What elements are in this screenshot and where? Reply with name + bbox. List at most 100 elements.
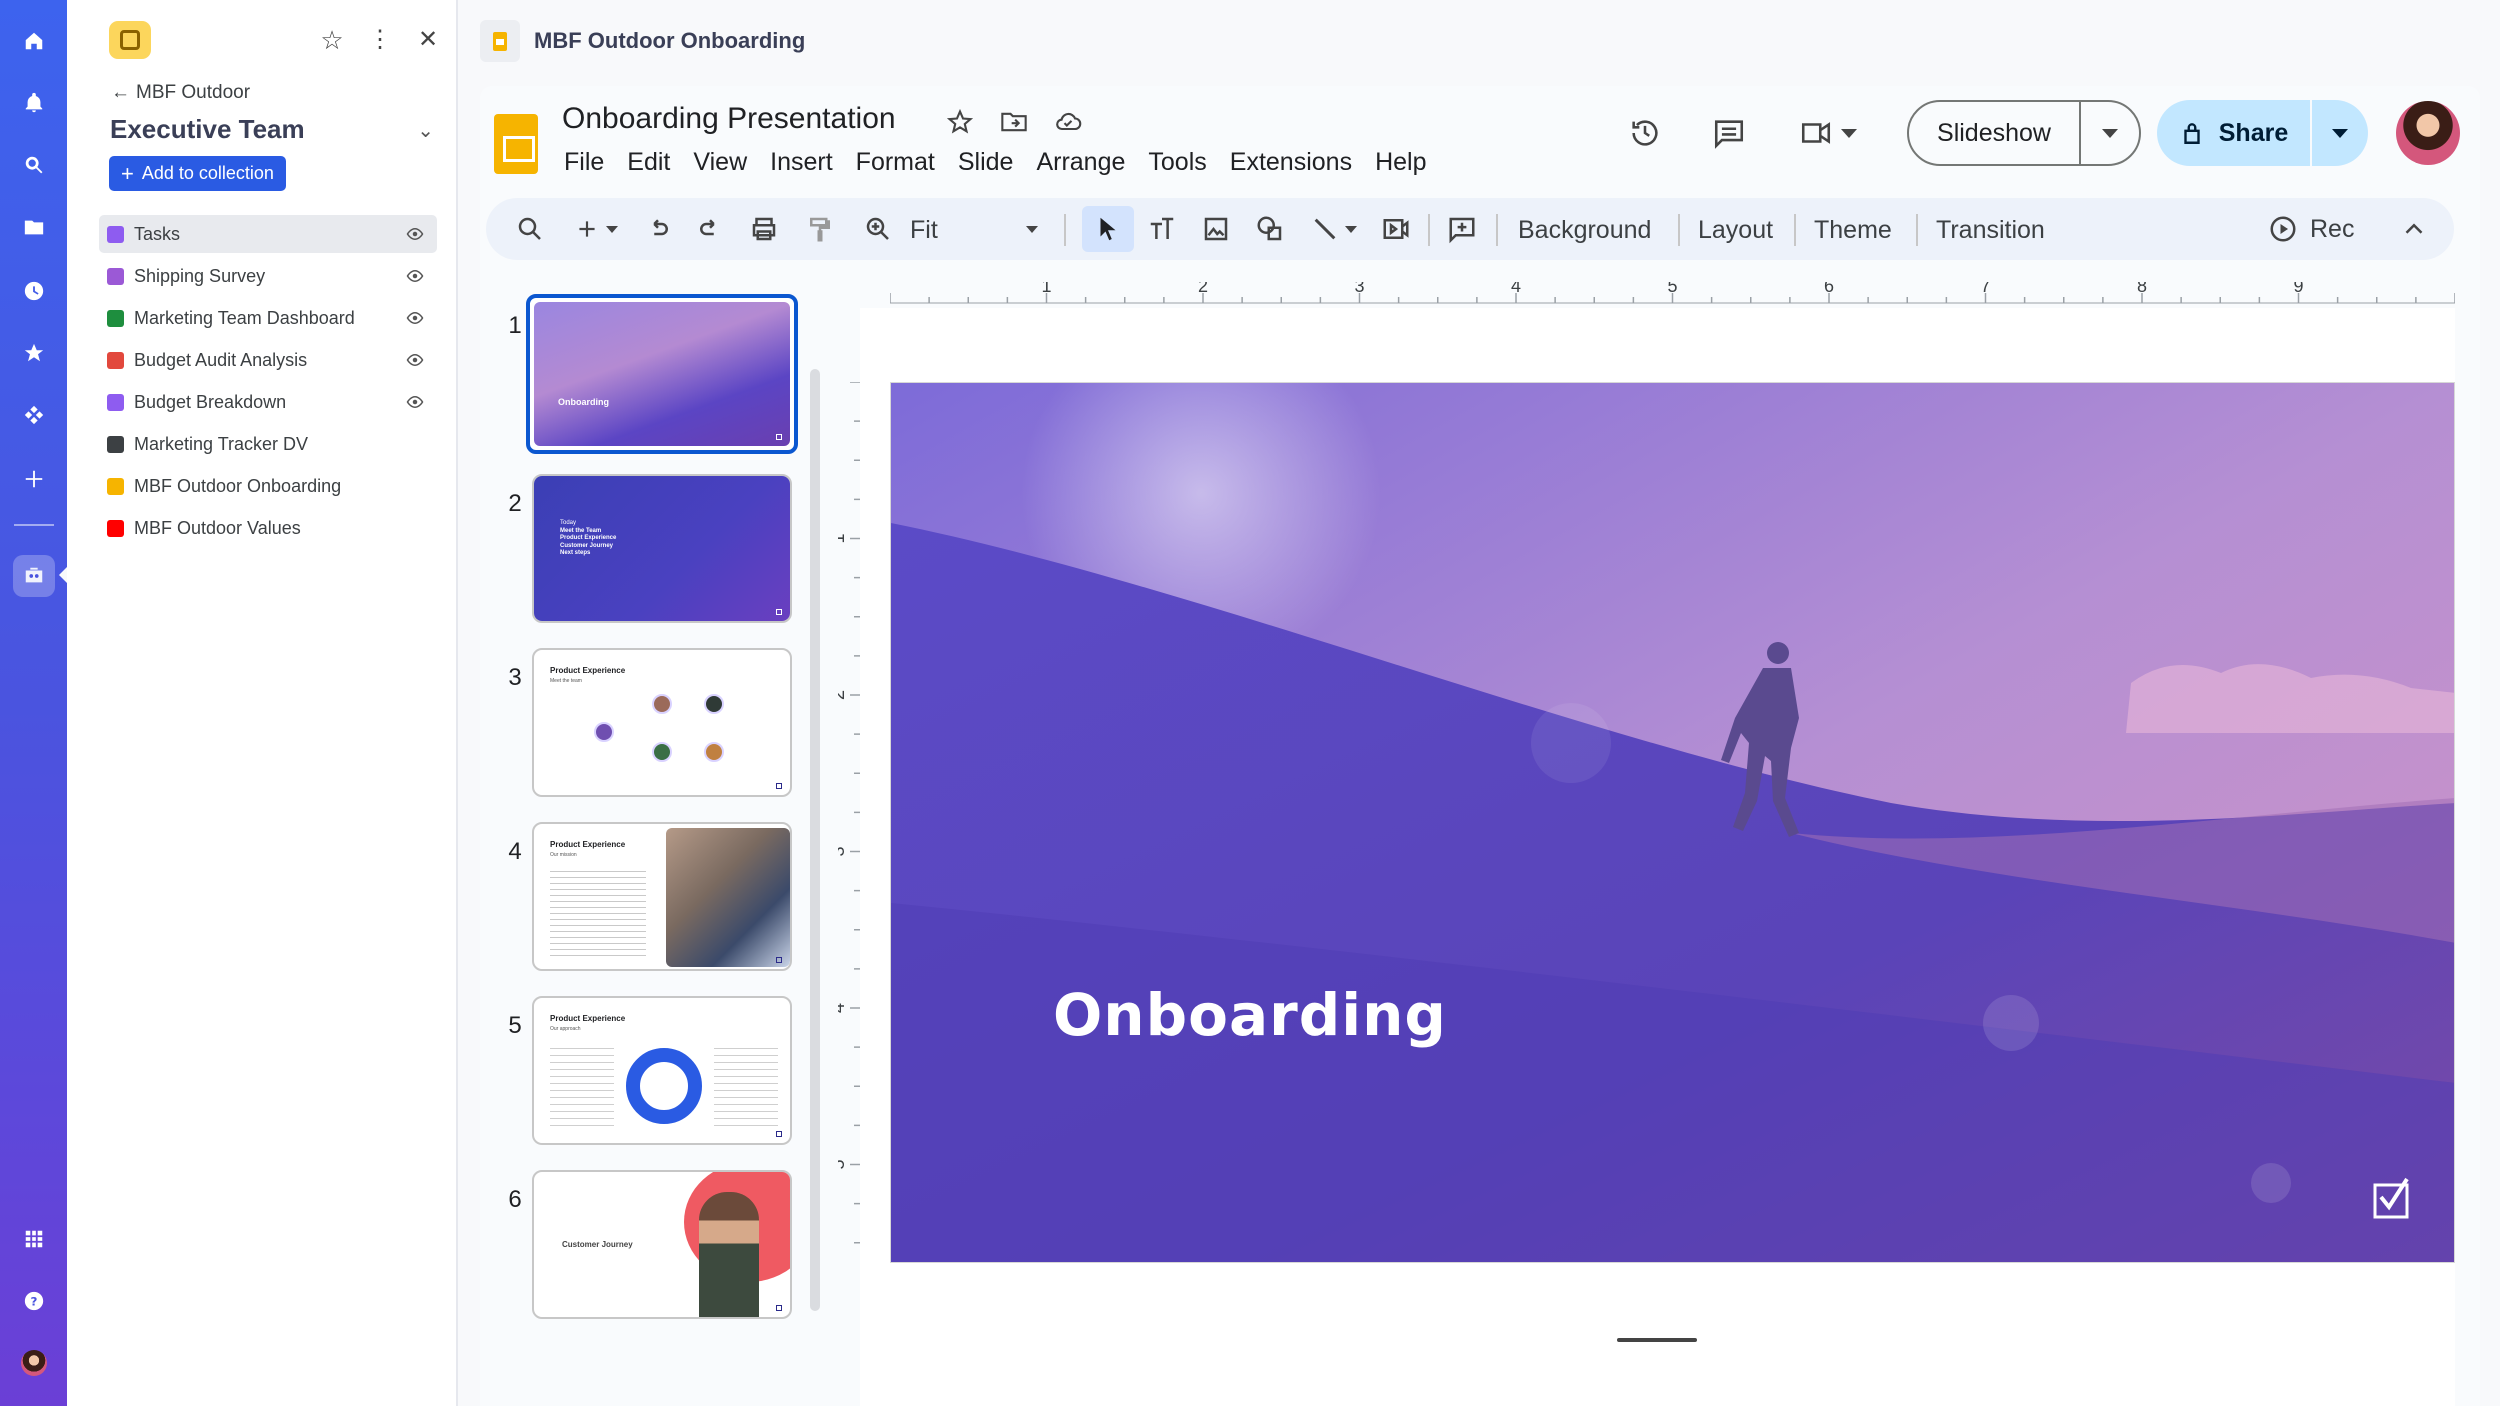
share-button[interactable]: Share bbox=[2157, 100, 2368, 166]
ruler-label: 6 bbox=[1824, 282, 1834, 296]
undo-icon[interactable] bbox=[638, 209, 678, 249]
document-tab[interactable]: MBF Outdoor Onboarding bbox=[480, 20, 805, 62]
meet-video-icon[interactable] bbox=[1793, 113, 1863, 153]
speaker-notes-drag-handle[interactable] bbox=[1617, 1338, 1697, 1342]
collection-item[interactable]: Budget Audit Analysis bbox=[99, 341, 437, 379]
rec-button[interactable]: Rec bbox=[2268, 209, 2368, 249]
redo-icon[interactable] bbox=[690, 209, 730, 249]
share-main[interactable]: Share bbox=[2157, 100, 2312, 166]
select-cursor-icon[interactable] bbox=[1088, 209, 1128, 249]
help-icon[interactable]: ? bbox=[17, 1284, 51, 1318]
transition-button[interactable]: Transition bbox=[1936, 216, 2045, 245]
slide-thumbnail[interactable]: Today Meet the Team Product Experience Cust… bbox=[532, 474, 792, 623]
toolbar-divider bbox=[1064, 214, 1066, 246]
profile-avatar[interactable] bbox=[17, 1346, 51, 1380]
zoom-icon[interactable] bbox=[858, 209, 898, 249]
eye-icon[interactable] bbox=[405, 351, 425, 369]
current-slide[interactable]: Onboarding bbox=[890, 382, 2455, 1263]
insert-video-icon[interactable] bbox=[1376, 209, 1416, 249]
move-folder-icon[interactable] bbox=[999, 108, 1029, 136]
star-icon[interactable]: ☆ bbox=[318, 26, 346, 54]
more-vert-icon[interactable]: ⋮ bbox=[366, 26, 394, 54]
slide-thumbnail[interactable]: Onboarding bbox=[526, 294, 798, 454]
chevron-down-icon[interactable] bbox=[1841, 128, 1857, 138]
collection-item[interactable]: Shipping Survey bbox=[99, 257, 437, 295]
eye-icon[interactable] bbox=[405, 225, 425, 243]
zoom-dropdown[interactable] bbox=[1022, 209, 1042, 249]
slideshow-button[interactable]: Slideshow bbox=[1907, 100, 2141, 166]
theme-button[interactable]: Theme bbox=[1814, 216, 1892, 245]
breadcrumb[interactable]: ← MBF Outdoor bbox=[111, 82, 250, 104]
star-icon[interactable] bbox=[17, 336, 51, 370]
ruler-label: 1 bbox=[1041, 282, 1051, 296]
search-icon[interactable] bbox=[17, 148, 51, 182]
menu-insert[interactable]: Insert bbox=[770, 148, 833, 177]
layout-button[interactable]: Layout bbox=[1698, 216, 1773, 245]
print-icon[interactable] bbox=[744, 209, 784, 249]
document-name[interactable]: Onboarding Presentation bbox=[562, 102, 896, 136]
clock-icon[interactable] bbox=[17, 274, 51, 308]
collection-item[interactable]: Tasks bbox=[99, 215, 437, 253]
collapse-toolbar-icon[interactable] bbox=[2394, 209, 2434, 249]
collection-item[interactable]: Marketing Tracker DV bbox=[99, 425, 437, 463]
background-button[interactable]: Background bbox=[1518, 216, 1651, 245]
menu-extensions[interactable]: Extensions bbox=[1230, 148, 1352, 177]
share-options-dropdown[interactable] bbox=[2312, 100, 2368, 166]
shape-icon[interactable] bbox=[1250, 209, 1290, 249]
menu-help[interactable]: Help bbox=[1375, 148, 1426, 177]
text-box-icon[interactable] bbox=[1142, 209, 1182, 249]
slideshow-options-dropdown[interactable] bbox=[2081, 102, 2139, 164]
comments-icon[interactable] bbox=[1709, 113, 1749, 153]
add-to-collection-button[interactable]: + Add to collection bbox=[109, 156, 286, 191]
add-icon[interactable] bbox=[17, 462, 51, 496]
paint-format-icon[interactable] bbox=[800, 209, 840, 249]
integrations-icon[interactable] bbox=[17, 398, 51, 432]
new-slide-button[interactable] bbox=[566, 209, 626, 249]
slide-thumbnail[interactable]: Customer Journey bbox=[532, 1170, 792, 1319]
slides-logo[interactable] bbox=[494, 114, 538, 174]
filmstrip-scrollbar[interactable] bbox=[810, 369, 820, 1311]
version-history-icon[interactable] bbox=[1625, 113, 1665, 153]
menu-file[interactable]: File bbox=[564, 148, 604, 177]
menu-format[interactable]: Format bbox=[856, 148, 935, 177]
bell-icon[interactable] bbox=[17, 86, 51, 120]
slide-title[interactable]: Onboarding bbox=[1053, 981, 1447, 1049]
insert-image-icon[interactable] bbox=[1196, 209, 1236, 249]
slide-thumbnail[interactable]: Product Experience Meet the team bbox=[532, 648, 792, 797]
team-title[interactable]: Executive Team bbox=[110, 114, 305, 145]
ruler-label: 1 bbox=[838, 533, 848, 543]
star-icon[interactable] bbox=[945, 108, 975, 136]
thumb-photo bbox=[666, 828, 790, 967]
folder-icon[interactable] bbox=[17, 210, 51, 244]
horizontal-ruler: 1 2 3 4 5 6 7 8 9 bbox=[890, 282, 2455, 304]
menu-view[interactable]: View bbox=[693, 148, 747, 177]
eye-icon[interactable] bbox=[405, 267, 425, 285]
menu-edit[interactable]: Edit bbox=[627, 148, 670, 177]
collection-item[interactable]: Budget Breakdown bbox=[99, 383, 437, 421]
add-comment-icon[interactable] bbox=[1442, 209, 1482, 249]
account-avatar[interactable] bbox=[2396, 101, 2460, 165]
chevron-down-icon[interactable]: ⌄ bbox=[417, 118, 434, 143]
eye-icon[interactable] bbox=[405, 309, 425, 327]
close-icon[interactable]: ✕ bbox=[414, 26, 442, 54]
menu-tools[interactable]: Tools bbox=[1148, 148, 1206, 177]
eye-icon[interactable] bbox=[405, 393, 425, 411]
slide-thumbnail[interactable]: Product Experience Our approach bbox=[532, 996, 792, 1145]
collection-item[interactable]: Marketing Team Dashboard bbox=[99, 299, 437, 337]
zoom-select[interactable]: Fit bbox=[910, 216, 938, 245]
slide-thumbnail[interactable]: Product Experience Our mission bbox=[532, 822, 792, 971]
line-tool-icon[interactable] bbox=[1304, 209, 1364, 249]
apps-grid-icon[interactable] bbox=[17, 1222, 51, 1256]
search-menus-icon[interactable] bbox=[510, 209, 550, 249]
menu-slide[interactable]: Slide bbox=[958, 148, 1014, 177]
menu-arrange[interactable]: Arrange bbox=[1036, 148, 1125, 177]
slideshow-label[interactable]: Slideshow bbox=[1909, 102, 2081, 164]
thumb-subtitle: Our mission bbox=[550, 852, 577, 858]
collection-item[interactable]: MBF Outdoor Values bbox=[99, 509, 437, 547]
thumb-logo-mark bbox=[776, 434, 782, 440]
slide-filmstrip: 1 Onboarding 2 Today Meet the Team Product Ex… bbox=[480, 276, 820, 1406]
home-icon[interactable] bbox=[17, 24, 51, 58]
collection-item[interactable]: MBF Outdoor Onboarding bbox=[99, 467, 437, 505]
collections-icon[interactable] bbox=[17, 559, 51, 593]
cloud-saved-icon[interactable] bbox=[1053, 108, 1083, 136]
